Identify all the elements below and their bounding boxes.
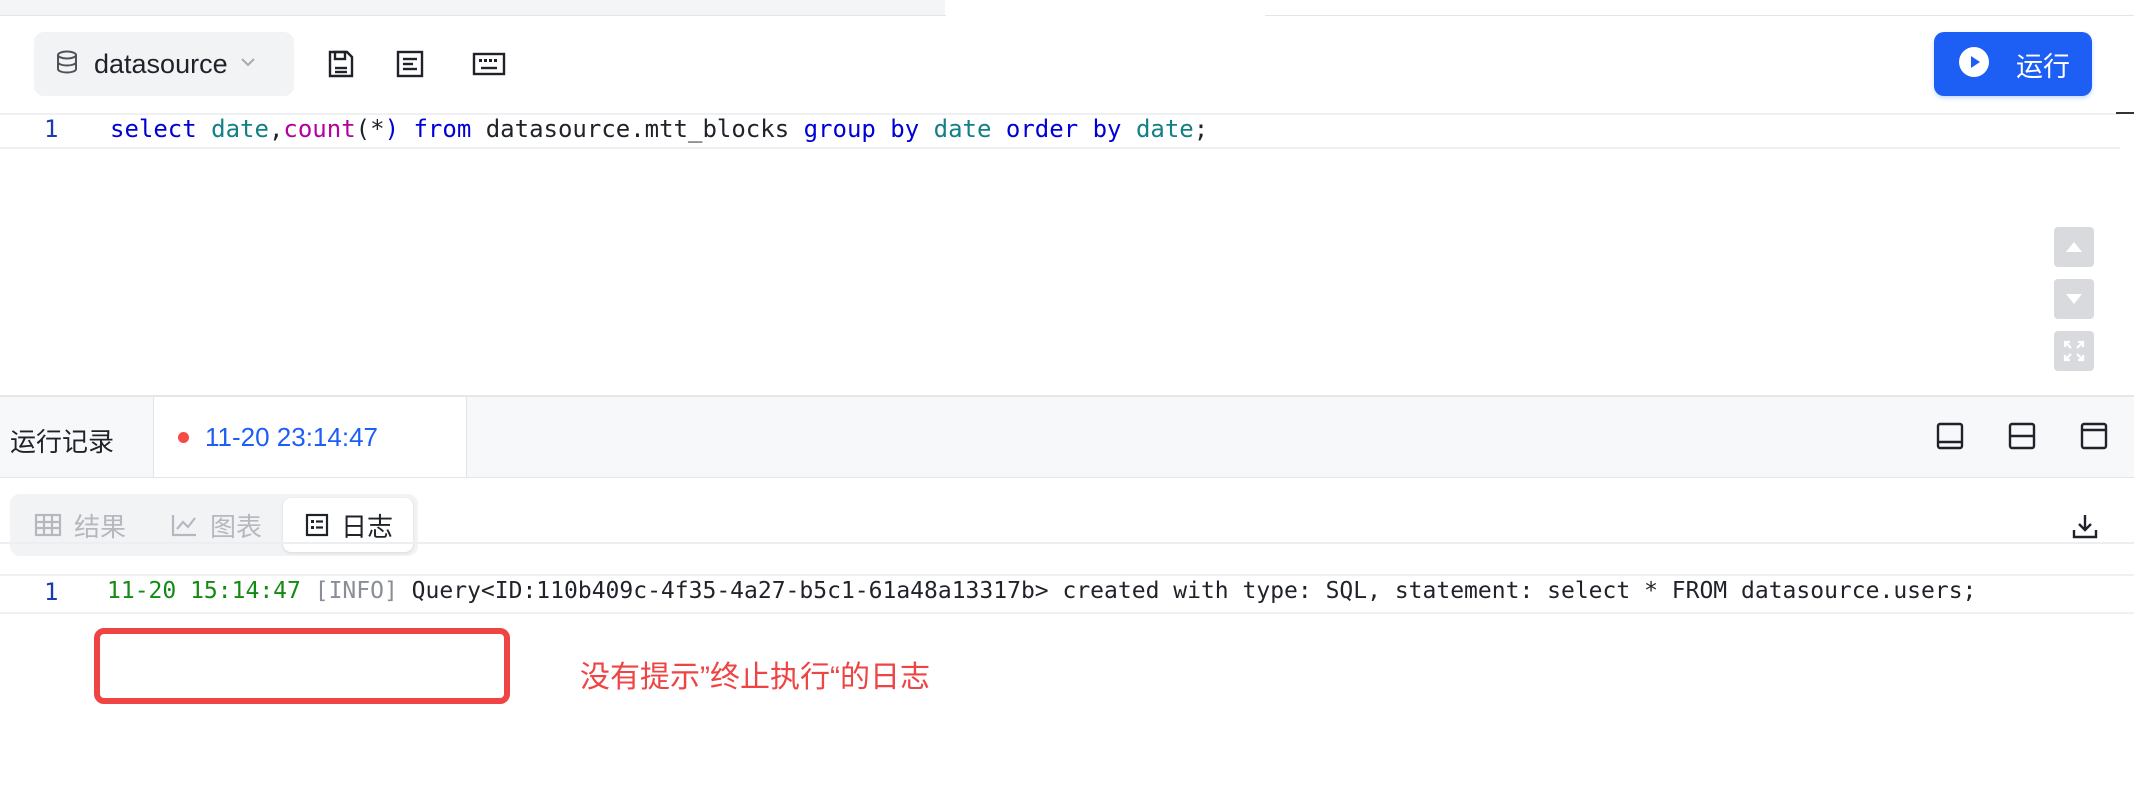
- run-button[interactable]: 运行: [1934, 32, 2092, 96]
- sql-token: ,: [268, 115, 284, 143]
- tab-results-label: 结果: [74, 511, 127, 542]
- sql-token: count: [283, 115, 356, 143]
- top-tab-1[interactable]: [0, 0, 306, 16]
- arrow-down-icon[interactable]: [2054, 279, 2094, 319]
- fullscreen-icon[interactable]: [2054, 331, 2094, 371]
- sql-token: date: [1135, 115, 1194, 143]
- log-level: [INFO]: [314, 578, 398, 604]
- run-history-tab-time: 11-20 23:14:47: [205, 422, 378, 452]
- panel-bottom-icon[interactable]: [1933, 419, 1967, 453]
- datasource-select[interactable]: datasource: [34, 32, 294, 96]
- top-tab-3[interactable]: [625, 0, 946, 16]
- panel-top-icon[interactable]: [2077, 419, 2111, 453]
- run-history-title: 运行记录: [10, 427, 115, 457]
- tab-chart[interactable]: 图表: [170, 494, 262, 556]
- sql-token: (: [355, 115, 371, 143]
- log-icon: [305, 513, 329, 537]
- arrow-up-icon[interactable]: [2054, 227, 2094, 267]
- chevron-down-icon: [240, 55, 256, 73]
- tab-log-label: 日志: [341, 511, 394, 542]
- sql-token: date: [933, 115, 1006, 143]
- run-button-label: 运行: [2016, 51, 2070, 82]
- sql-token: datasource.mtt_blocks: [485, 115, 804, 143]
- editor-scroll-marker: [2116, 112, 2134, 114]
- log-entry: 11-20 15:14:47 [INFO] Query<ID:110b409c-…: [107, 578, 1976, 604]
- sql-token: select: [110, 115, 212, 143]
- sql-token: ;: [1193, 115, 1209, 143]
- log-line-number: 1: [44, 578, 59, 606]
- database-icon: [56, 50, 78, 79]
- top-tab-empty-area: [1265, 0, 2134, 16]
- log-message: Query<ID:110b409c-4f35-4a27-b5c1-61a48a1…: [397, 578, 1977, 604]
- top-tab-strip: [0, 0, 2134, 16]
- sql-token: date: [211, 115, 269, 143]
- status-dot: [178, 432, 189, 443]
- annotation-text: 没有提示”终止执行“的日志: [580, 661, 930, 694]
- tab-results[interactable]: 结果: [34, 494, 126, 556]
- annotation-highlight-box: [94, 628, 510, 704]
- tab-chart-label: 图表: [210, 511, 263, 542]
- sql-token: order by: [1005, 115, 1136, 143]
- result-tabs: 结果 图表 日志: [10, 494, 418, 556]
- keyboard-icon[interactable]: [471, 46, 507, 82]
- sql-token: group by: [803, 115, 934, 143]
- log-timestamp: 11-20 15:14:47: [107, 578, 301, 604]
- sql-token: ): [384, 115, 414, 143]
- log-panel-top-border: [0, 542, 2134, 544]
- table-icon: [34, 513, 62, 537]
- sql-token: *: [370, 115, 385, 143]
- download-icon[interactable]: [2068, 509, 2102, 543]
- line-chart-icon: [170, 513, 198, 537]
- panel-split-icon[interactable]: [2005, 419, 2039, 453]
- format-icon[interactable]: [392, 46, 428, 82]
- top-tab-2[interactable]: [305, 0, 626, 16]
- play-icon: [1958, 46, 1990, 83]
- save-icon[interactable]: [323, 46, 359, 82]
- sql-code-line[interactable]: select date,count(*) from datasource.mtt…: [110, 115, 1208, 143]
- datasource-label: datasource: [94, 48, 228, 79]
- editor-line-number: 1: [44, 115, 59, 143]
- sql-token: from: [413, 115, 486, 143]
- top-tab-active[interactable]: [945, 0, 1266, 15]
